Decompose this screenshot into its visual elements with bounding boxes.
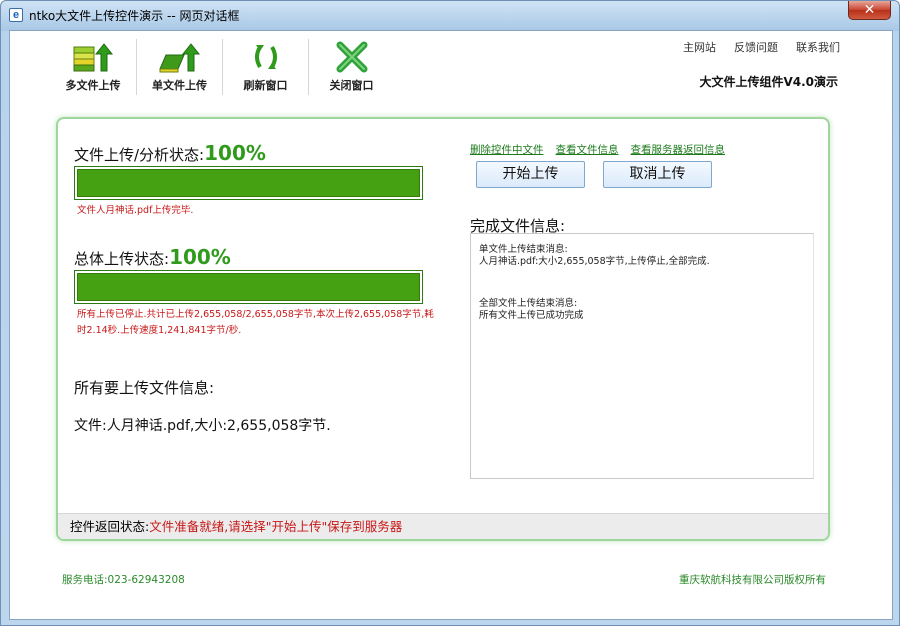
single-upload-button[interactable]: 单文件上传 — [136, 39, 222, 95]
total-progress-fill — [77, 273, 420, 301]
link-view-file-info[interactable]: 查看文件信息 — [556, 142, 619, 157]
total-status-label: 总体上传状态: — [74, 250, 170, 268]
dialog-window: e ntko大文件上传控件演示 -- 网页对话框 ✕ 多文件上传 单文件上传 刷… — [0, 0, 900, 626]
file-entry: 文件:人月神话.pdf,大小:2,655,058字节. — [74, 418, 331, 434]
file-progress-fill — [77, 169, 420, 197]
cancel-upload-button[interactable]: 取消上传 — [603, 161, 712, 188]
all-files-heading: 所有要上传文件信息: — [74, 379, 215, 397]
upload-panel: 文件上传/分析状态:100% 文件人月神话.pdf上传完毕. 总体上传状态:10… — [56, 117, 830, 541]
top-links: 主网站 反馈问题 联系我们 — [683, 39, 840, 55]
file-progress-bar — [74, 166, 423, 200]
close-window-icon — [336, 41, 367, 73]
multi-upload-label: 多文件上传 — [65, 79, 121, 92]
multi-upload-icon — [73, 43, 114, 72]
file-status-heading: 文件上传/分析状态:100% — [74, 141, 266, 165]
close-window-label: 关闭窗口 — [329, 79, 374, 92]
client-area: 多文件上传 单文件上传 刷新窗口 关闭窗口 主网站 反馈问题 联系我们 大文件上… — [9, 30, 893, 620]
window-close-button[interactable]: ✕ — [848, 1, 891, 20]
total-progress-bar — [74, 270, 423, 304]
done-line-1: 单文件上传结束消息: — [479, 244, 568, 255]
link-feedback[interactable]: 反馈问题 — [734, 39, 778, 55]
single-upload-label: 单文件上传 — [152, 79, 207, 92]
link-main-site[interactable]: 主网站 — [683, 39, 716, 55]
service-phone: 服务电话:023-62943208 — [62, 574, 185, 586]
window-title: ntko大文件上传控件演示 -- 网页对话框 — [29, 9, 240, 23]
file-status-percent: 100% — [204, 141, 266, 165]
done-line-3: 全部文件上传结束消息: — [479, 298, 578, 309]
close-window-button[interactable]: 关闭窗口 — [308, 39, 394, 95]
file-status-label: 文件上传/分析状态: — [74, 146, 205, 164]
app-title: 大文件上传组件V4.0演示 — [699, 75, 838, 89]
control-status-value: 文件准备就绪,请选择"开始上传"保存到服务器 — [149, 519, 403, 534]
control-status-bar: 控件返回状态:文件准备就绪,请选择"开始上传"保存到服务器 — [58, 513, 828, 539]
done-line-4: 所有文件上传已成功完成 — [479, 310, 584, 321]
total-status-message-line1: 所有上传已停止.共计已上传2,655,058/2,655,058字节,本次上传2… — [77, 309, 434, 320]
link-delete-files[interactable]: 删除控件中文件 — [470, 142, 544, 157]
action-links: 删除控件中文件 查看文件信息 查看服务器返回信息 — [470, 142, 725, 157]
single-upload-icon — [158, 43, 200, 73]
total-status-heading: 总体上传状态:100% — [74, 245, 231, 269]
refresh-window-label: 刷新窗口 — [243, 79, 288, 92]
copyright: 重庆软航科技有限公司版权所有 — [679, 574, 826, 586]
done-line-2: 人月神话.pdf:大小2,655,058字节,上传停止,全部完成. — [479, 256, 710, 267]
link-contact[interactable]: 联系我们 — [796, 39, 840, 55]
control-status-label: 控件返回状态: — [70, 519, 150, 534]
multi-upload-button[interactable]: 多文件上传 — [50, 39, 136, 95]
total-status-percent: 100% — [169, 245, 231, 269]
total-status-message: 所有上传已停止.共计已上传2,655,058/2,655,058字节,本次上传2… — [77, 307, 434, 339]
link-view-server-response[interactable]: 查看服务器返回信息 — [631, 142, 726, 157]
done-files-box[interactable]: 单文件上传结束消息: 人月神话.pdf:大小2,655,058字节,上传停止,全… — [470, 233, 814, 479]
start-upload-button[interactable]: 开始上传 — [476, 161, 585, 188]
refresh-icon — [254, 45, 277, 69]
title-bar[interactable]: e ntko大文件上传控件演示 -- 网页对话框 ✕ — [1, 1, 899, 29]
toolbar: 多文件上传 单文件上传 刷新窗口 关闭窗口 — [50, 39, 394, 95]
file-status-message: 文件人月神话.pdf上传完毕. — [77, 205, 194, 216]
ie-icon: e — [9, 8, 23, 22]
refresh-window-button[interactable]: 刷新窗口 — [222, 39, 308, 95]
total-status-message-line2: 时2.14秒.上传速度1,241,841字节/秒. — [77, 325, 242, 336]
